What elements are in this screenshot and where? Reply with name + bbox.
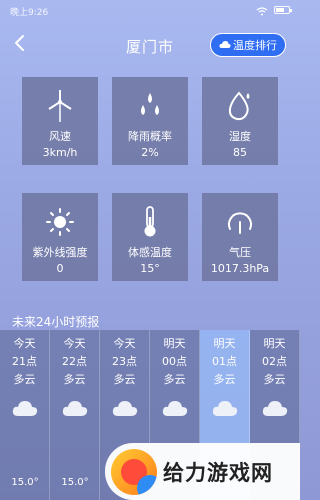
- tile-wind-speed: 风速 3km/h: [22, 77, 98, 165]
- forecast-time: 23点: [112, 355, 137, 368]
- rain-probability-label: 降雨概率: [128, 130, 172, 143]
- header: 厦门市 温度排行: [0, 28, 300, 64]
- watermark-text: 给力游戏网: [163, 461, 273, 485]
- forecast-day: 今天: [63, 337, 86, 350]
- battery-icon: [274, 6, 292, 14]
- forecast-time: 22点: [62, 355, 87, 368]
- forecast-hour[interactable]: 今天 22点 多云 15.0°: [50, 330, 100, 500]
- forecast-temp: 15.0°: [61, 477, 89, 488]
- raindrops-icon: [112, 89, 188, 123]
- humidity-drop-icon: [202, 89, 278, 123]
- status-icons: [256, 5, 292, 15]
- forecast-time: 02点: [262, 355, 287, 368]
- forecast-day: 明天: [263, 337, 286, 350]
- feels-like-value: 15°: [140, 262, 160, 275]
- status-time: 晚上9:26: [10, 8, 49, 18]
- forecast-hour[interactable]: 今天 21点 多云 15.0°: [0, 330, 50, 500]
- cloud-icon: [12, 399, 38, 421]
- forecast-condition: 多云: [13, 373, 36, 386]
- forecast-condition: 多云: [113, 373, 136, 386]
- wind-speed-value: 3km/h: [42, 146, 78, 159]
- forecast-day: 今天: [13, 337, 36, 350]
- temperature-rank-label: 温度排行: [233, 39, 277, 52]
- forecast-temp: 15.0°: [11, 477, 39, 488]
- forecast-condition: 多云: [213, 373, 236, 386]
- forecast-time: 21点: [12, 355, 37, 368]
- forecast-condition: 多云: [263, 373, 286, 386]
- cloud-icon: [112, 399, 138, 421]
- tile-feels-like: 体感温度 15°: [112, 193, 188, 281]
- temperature-rank-button[interactable]: 温度排行: [210, 33, 286, 57]
- pressure-label: 气压: [229, 246, 251, 259]
- battery-level: [276, 8, 284, 12]
- sun-icon: [22, 205, 98, 239]
- forecast-time: 00点: [162, 355, 187, 368]
- pressure-value: 1017.3hPa: [210, 262, 270, 275]
- cloud-icon: [219, 39, 231, 52]
- tile-humidity: 湿度 85: [202, 77, 278, 165]
- cloud-icon: [162, 399, 188, 421]
- feels-like-label: 体感温度: [128, 246, 172, 259]
- gauge-icon: [202, 205, 278, 239]
- forecast-title: 未来24小时预报: [12, 315, 100, 329]
- forecast-day: 明天: [213, 337, 236, 350]
- thermometer-icon: [112, 205, 188, 239]
- status-bar: 晚上9:26: [0, 0, 300, 20]
- forecast-condition: 多云: [63, 373, 86, 386]
- forecast-day: 今天: [113, 337, 136, 350]
- tile-uv-index: 紫外线强度 0: [22, 193, 98, 281]
- uv-index-label: 紫外线强度: [32, 246, 88, 259]
- cloud-icon: [262, 399, 288, 421]
- watermark-logo-icon: [111, 449, 157, 495]
- wifi-icon: [256, 1, 268, 20]
- forecast-time: 01点: [212, 355, 237, 368]
- cloud-icon: [62, 399, 88, 421]
- wind-speed-label: 风速: [49, 130, 71, 143]
- watermark-banner: 给力游戏网: [105, 443, 300, 500]
- forecast-day: 明天: [163, 337, 186, 350]
- tile-rain-probability: 降雨概率 2%: [112, 77, 188, 165]
- tile-pressure: 气压 1017.3hPa: [202, 193, 278, 281]
- cloud-icon: [212, 399, 238, 421]
- rain-probability-value: 2%: [141, 146, 159, 159]
- forecast-condition: 多云: [163, 373, 186, 386]
- uv-index-value: 0: [56, 262, 64, 275]
- wind-turbine-icon: [22, 89, 98, 123]
- humidity-label: 湿度: [229, 130, 251, 143]
- humidity-value: 85: [233, 146, 247, 159]
